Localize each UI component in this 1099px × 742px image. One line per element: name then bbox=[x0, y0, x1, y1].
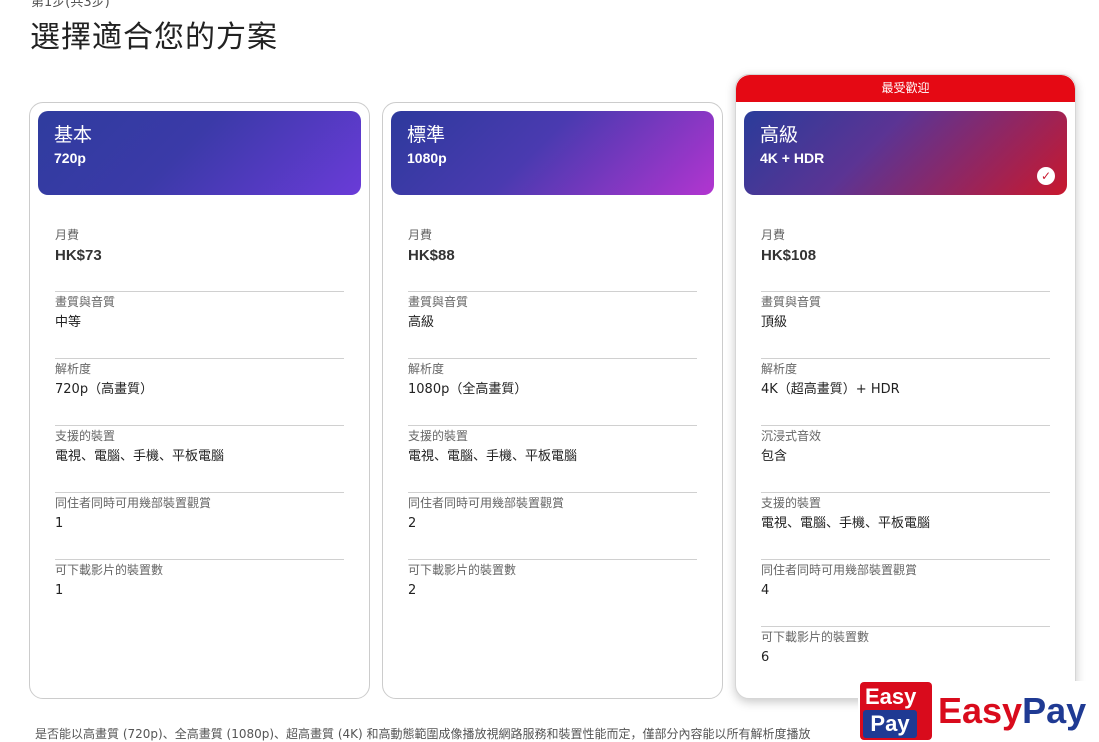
page-title: 選擇適合您的方案 bbox=[30, 20, 278, 55]
detail-value: 中等 bbox=[55, 315, 82, 330]
plan-card-standard[interactable]: 標準 1080p 月費 HK$88 畫質與音質 高級 解析度 1080p（全高畫… bbox=[382, 102, 723, 699]
plan-header: 高級 4K + HDR ✓ bbox=[744, 111, 1067, 195]
detail-row-download: 可下載影片的裝置數 2 bbox=[408, 560, 697, 627]
detail-row-price: 月費 HK$73 bbox=[55, 225, 344, 292]
easypay-logo-top: Easy bbox=[865, 684, 917, 709]
detail-value: 高級 bbox=[408, 315, 435, 330]
easypay-logo: Easy Pay bbox=[860, 682, 932, 740]
detail-label: 畫質與音質 bbox=[55, 295, 116, 309]
detail-value: 1080p（全高畫質） bbox=[408, 382, 528, 397]
detail-row-resolution: 解析度 720p（高畫質） bbox=[55, 359, 344, 426]
detail-label: 畫質與音質 bbox=[761, 295, 822, 309]
detail-row-devices: 支援的裝置 電視、電腦、手機、平板電腦 bbox=[408, 426, 697, 493]
checkmark-icon: ✓ bbox=[1037, 167, 1055, 185]
plan-name: 基本 bbox=[54, 124, 93, 146]
detail-row-resolution: 解析度 4K（超高畫質）+ HDR bbox=[761, 359, 1050, 426]
detail-value: 6 bbox=[761, 650, 770, 665]
detail-value: 頂級 bbox=[761, 315, 788, 330]
plan-name: 高級 bbox=[760, 124, 799, 146]
plan-details: 月費 HK$108 畫質與音質 頂級 解析度 4K（超高畫質）+ HDR 沉浸式… bbox=[761, 225, 1050, 694]
detail-label: 同住者同時可用幾部裝置觀賞 bbox=[408, 496, 565, 510]
detail-value: 1 bbox=[55, 516, 64, 531]
easypay-wordmark: EasyPay bbox=[938, 691, 1086, 731]
detail-row-simultaneous: 同住者同時可用幾部裝置觀賞 4 bbox=[761, 560, 1050, 627]
plan-resolution-short: 720p bbox=[54, 150, 86, 166]
detail-label: 同住者同時可用幾部裝置觀賞 bbox=[55, 496, 212, 510]
detail-label: 解析度 bbox=[55, 362, 92, 376]
detail-label: 支援的裝置 bbox=[408, 429, 469, 443]
detail-label: 月費 bbox=[55, 228, 80, 242]
detail-row-devices: 支援的裝置 電視、電腦、手機、平板電腦 bbox=[761, 493, 1050, 560]
detail-row-quality: 畫質與音質 頂級 bbox=[761, 292, 1050, 359]
detail-row-price: 月費 HK$88 bbox=[408, 225, 697, 292]
easypay-word-easy: Easy bbox=[938, 690, 1023, 731]
detail-label: 可下載影片的裝置數 bbox=[761, 630, 870, 644]
detail-value-price: HK$73 bbox=[55, 247, 102, 264]
detail-row-simultaneous: 同住者同時可用幾部裝置觀賞 1 bbox=[55, 493, 344, 560]
detail-label: 可下載影片的裝置數 bbox=[408, 563, 517, 577]
detail-label: 月費 bbox=[761, 228, 786, 242]
detail-label: 支援的裝置 bbox=[55, 429, 116, 443]
detail-row-simultaneous: 同住者同時可用幾部裝置觀賞 2 bbox=[408, 493, 697, 560]
easypay-word-pay: Pay bbox=[1022, 690, 1087, 731]
easypay-watermark: Easy Pay EasyPay bbox=[858, 681, 1099, 742]
detail-label: 畫質與音質 bbox=[408, 295, 469, 309]
detail-value: 電視、電腦、手機、平板電腦 bbox=[55, 449, 225, 464]
detail-row-quality: 畫質與音質 中等 bbox=[55, 292, 344, 359]
plan-name: 標準 bbox=[407, 124, 446, 146]
detail-label: 月費 bbox=[408, 228, 433, 242]
detail-value-price: HK$108 bbox=[761, 247, 817, 264]
plan-details: 月費 HK$88 畫質與音質 高級 解析度 1080p（全高畫質） 支援的裝置 … bbox=[408, 225, 697, 627]
detail-label: 解析度 bbox=[408, 362, 445, 376]
detail-value: 2 bbox=[408, 516, 417, 531]
detail-row-devices: 支援的裝置 電視、電腦、手機、平板電腦 bbox=[55, 426, 344, 493]
detail-value-price: HK$88 bbox=[408, 247, 455, 264]
plan-header: 基本 720p bbox=[38, 111, 361, 195]
detail-value: 720p（高畫質） bbox=[55, 382, 154, 397]
plan-card-premium[interactable]: 最受歡迎 高級 4K + HDR ✓ 月費 HK$108 畫質與音質 頂級 解析… bbox=[735, 74, 1076, 699]
most-popular-badge: 最受歡迎 bbox=[736, 75, 1075, 102]
detail-label: 解析度 bbox=[761, 362, 798, 376]
detail-value: 電視、電腦、手機、平板電腦 bbox=[408, 449, 578, 464]
detail-row-quality: 畫質與音質 高級 bbox=[408, 292, 697, 359]
detail-label: 同住者同時可用幾部裝置觀賞 bbox=[761, 563, 918, 577]
plan-card-basic[interactable]: 基本 720p 月費 HK$73 畫質與音質 中等 解析度 720p（高畫質） … bbox=[29, 102, 370, 699]
detail-value: 4 bbox=[761, 583, 770, 598]
step-indicator: 第1步(共3步) bbox=[31, 0, 110, 10]
detail-value: 2 bbox=[408, 583, 417, 598]
detail-row-download: 可下載影片的裝置數 1 bbox=[55, 560, 344, 627]
detail-value: 4K（超高畫質）+ HDR bbox=[761, 382, 900, 397]
detail-row-price: 月費 HK$108 bbox=[761, 225, 1050, 292]
easypay-logo-bottom: Pay bbox=[863, 710, 917, 738]
detail-value: 1 bbox=[55, 583, 64, 598]
detail-value: 電視、電腦、手機、平板電腦 bbox=[761, 516, 931, 531]
detail-value: 包含 bbox=[761, 449, 788, 464]
plan-resolution-short: 4K + HDR bbox=[760, 150, 825, 166]
detail-label: 沉浸式音效 bbox=[761, 429, 822, 443]
footnote: 是否能以高畫質 (720p)、全高畫質 (1080p)、超高畫質 (4K) 和高… bbox=[35, 727, 811, 741]
plan-details: 月費 HK$73 畫質與音質 中等 解析度 720p（高畫質） 支援的裝置 電視… bbox=[55, 225, 344, 627]
detail-label: 支援的裝置 bbox=[761, 496, 822, 510]
plan-header: 標準 1080p bbox=[391, 111, 714, 195]
detail-row-spatial-audio: 沉浸式音效 包含 bbox=[761, 426, 1050, 493]
plan-resolution-short: 1080p bbox=[407, 150, 447, 166]
detail-label: 可下載影片的裝置數 bbox=[55, 563, 164, 577]
detail-row-resolution: 解析度 1080p（全高畫質） bbox=[408, 359, 697, 426]
